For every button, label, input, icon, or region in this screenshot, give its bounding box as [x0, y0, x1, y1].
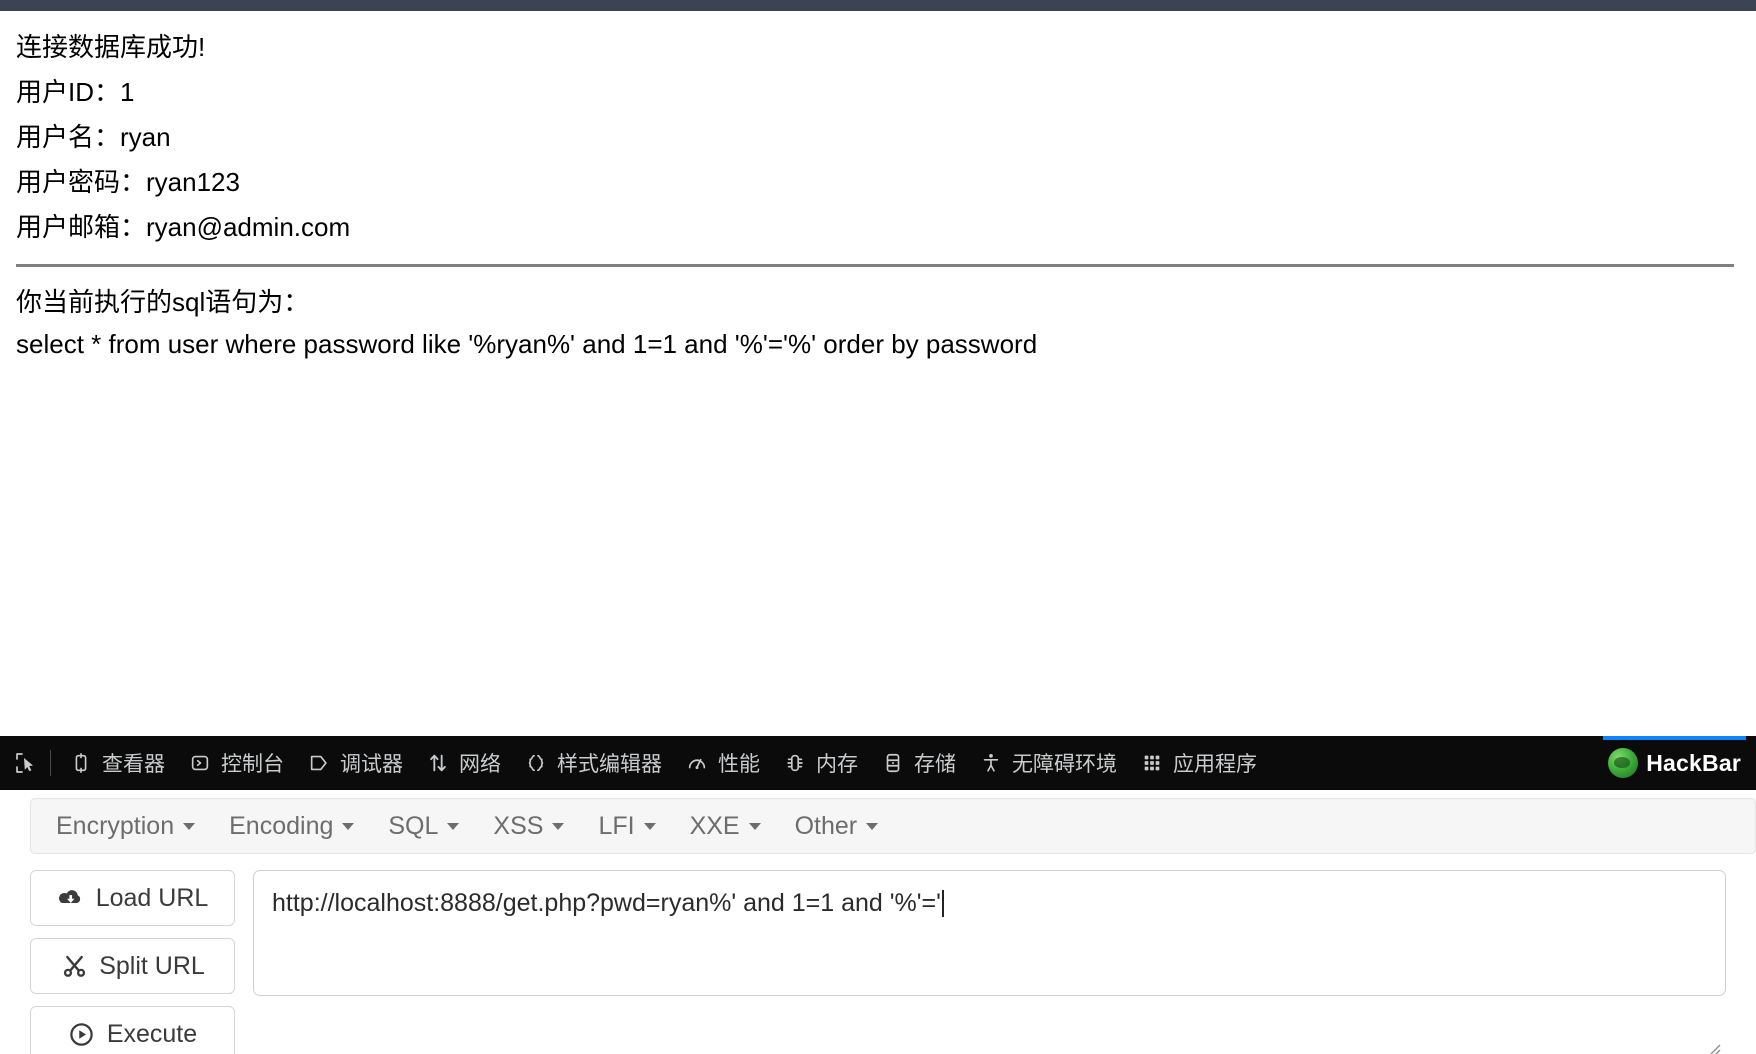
devtools-tab-storage[interactable]: 存储	[869, 736, 967, 790]
devtools-tab-inspector[interactable]: 查看器	[57, 736, 176, 790]
application-icon	[1139, 750, 1165, 776]
output-line-username: 用户名：ryan	[16, 122, 171, 152]
inspector-icon	[68, 750, 94, 776]
devtools-tab-label: 网络	[459, 753, 501, 776]
devtools-tab-label: 样式编辑器	[557, 753, 662, 776]
devtools-tab-style-editor[interactable]: 样式编辑器	[512, 736, 673, 790]
chevron-down-icon	[748, 822, 761, 830]
devtools-tab-debugger[interactable]: 调试器	[295, 736, 414, 790]
button-label: Load URL	[95, 883, 209, 912]
menu-label: Encoding	[229, 811, 334, 840]
sql-heading: 你当前执行的sql语句为：	[16, 287, 310, 317]
menu-label: Encryption	[56, 811, 175, 840]
devtools-tab-label: 无障碍环境	[1012, 753, 1117, 776]
hackbar-menu-sql[interactable]: SQL	[371, 802, 476, 850]
hackbar-action-buttons: Load URL Split URL Execute	[30, 870, 235, 1054]
devtools-tab-label: 控制台	[221, 753, 284, 776]
output-line-password: 用户密码：ryan123	[16, 167, 240, 197]
devtools-tab-application[interactable]: 应用程序	[1128, 736, 1268, 790]
hackbar-firefox-icon	[1608, 748, 1639, 778]
accessibility-icon	[978, 750, 1004, 776]
php-output-area: 连接数据库成功! 用户ID：1 用户名：ryan 用户密码：ryan123 用户…	[0, 11, 1756, 736]
network-icon	[425, 750, 451, 776]
execute-button[interactable]: Execute	[30, 1006, 235, 1054]
button-label: Execute	[106, 1019, 198, 1048]
devtools-tab-label: 调试器	[340, 753, 403, 776]
devtools-tab-memory[interactable]: 内存	[771, 736, 869, 790]
toolbar-divider	[50, 750, 51, 776]
cloud-download-icon	[57, 884, 85, 912]
devtools-tab-performance[interactable]: 性能	[673, 736, 771, 790]
devtools-toolbar: 查看器 控制台 调试器 网络 样式编辑器 性能 内存 存储 无障碍环境 应用程序…	[0, 736, 1756, 790]
url-input-value: http://localhost:8888/get.php?pwd=ryan%'…	[272, 889, 941, 917]
devtools-tab-label: 应用程序	[1173, 753, 1257, 776]
chevron-down-icon	[183, 822, 196, 830]
menu-label: LFI	[598, 811, 635, 840]
scissors-icon	[60, 952, 88, 980]
devtools-tab-accessibility[interactable]: 无障碍环境	[967, 736, 1128, 790]
output-line-email: 用户邮箱：ryan@admin.com	[16, 212, 351, 242]
play-circle-icon	[68, 1020, 96, 1048]
chevron-down-icon	[342, 822, 355, 830]
hackbar-menu-encoding[interactable]: Encoding	[212, 802, 371, 850]
hackbar-menu-lfi[interactable]: LFI	[581, 802, 672, 850]
load-url-button[interactable]: Load URL	[30, 870, 235, 926]
hackbar-menu-xxe[interactable]: XXE	[673, 802, 778, 850]
output-line-user-id: 用户ID：1	[16, 77, 135, 107]
performance-icon	[684, 750, 710, 776]
memory-icon	[782, 750, 808, 776]
url-input[interactable]: http://localhost:8888/get.php?pwd=ryan%'…	[253, 870, 1726, 996]
sql-statement: select * from user where password like '…	[16, 329, 1038, 359]
devtools-tab-label: 存储	[914, 753, 956, 776]
hackbar-panel: Encryption Encoding SQL XSS LFI XXE Othe…	[0, 790, 1756, 1054]
devtools-tab-network[interactable]: 网络	[414, 736, 512, 790]
hackbar-menubar: Encryption Encoding SQL XSS LFI XXE Othe…	[30, 798, 1756, 854]
element-picker-icon[interactable]	[4, 743, 48, 783]
split-url-button[interactable]: Split URL	[30, 938, 235, 994]
output-line-db-status: 连接数据库成功!	[16, 32, 206, 62]
menu-label: XXE	[689, 811, 740, 840]
menu-label: Other	[794, 811, 858, 840]
devtools-tab-label: HackBar	[1646, 749, 1741, 776]
url-field-wrapper: http://localhost:8888/get.php?pwd=ryan%'…	[253, 870, 1726, 1054]
section-divider	[16, 264, 1734, 267]
devtools-tab-hackbar[interactable]: HackBar	[1597, 736, 1752, 790]
debugger-icon	[306, 750, 332, 776]
button-label: Split URL	[99, 951, 205, 980]
hackbar-menu-xss[interactable]: XSS	[476, 802, 581, 850]
devtools-tab-label: 内存	[816, 753, 858, 776]
textarea-resize-handle[interactable]	[1703, 1039, 1721, 1054]
style-editor-icon	[523, 750, 549, 776]
console-icon	[187, 750, 213, 776]
chevron-down-icon	[447, 822, 460, 830]
chevron-down-icon	[552, 822, 565, 830]
browser-chrome-strip	[0, 0, 1756, 11]
menu-label: XSS	[493, 811, 544, 840]
hackbar-menu-other[interactable]: Other	[778, 802, 896, 850]
menu-label: SQL	[388, 811, 439, 840]
text-cursor	[941, 890, 944, 917]
chevron-down-icon	[866, 822, 879, 830]
hackbar-menu-encryption[interactable]: Encryption	[39, 802, 212, 850]
devtools-tab-console[interactable]: 控制台	[176, 736, 295, 790]
devtools-tab-label: 查看器	[102, 753, 165, 776]
hackbar-body: Load URL Split URL Execute http://localh…	[0, 854, 1756, 1054]
storage-icon	[880, 750, 906, 776]
chevron-down-icon	[643, 822, 656, 830]
devtools-tab-label: 性能	[718, 753, 760, 776]
